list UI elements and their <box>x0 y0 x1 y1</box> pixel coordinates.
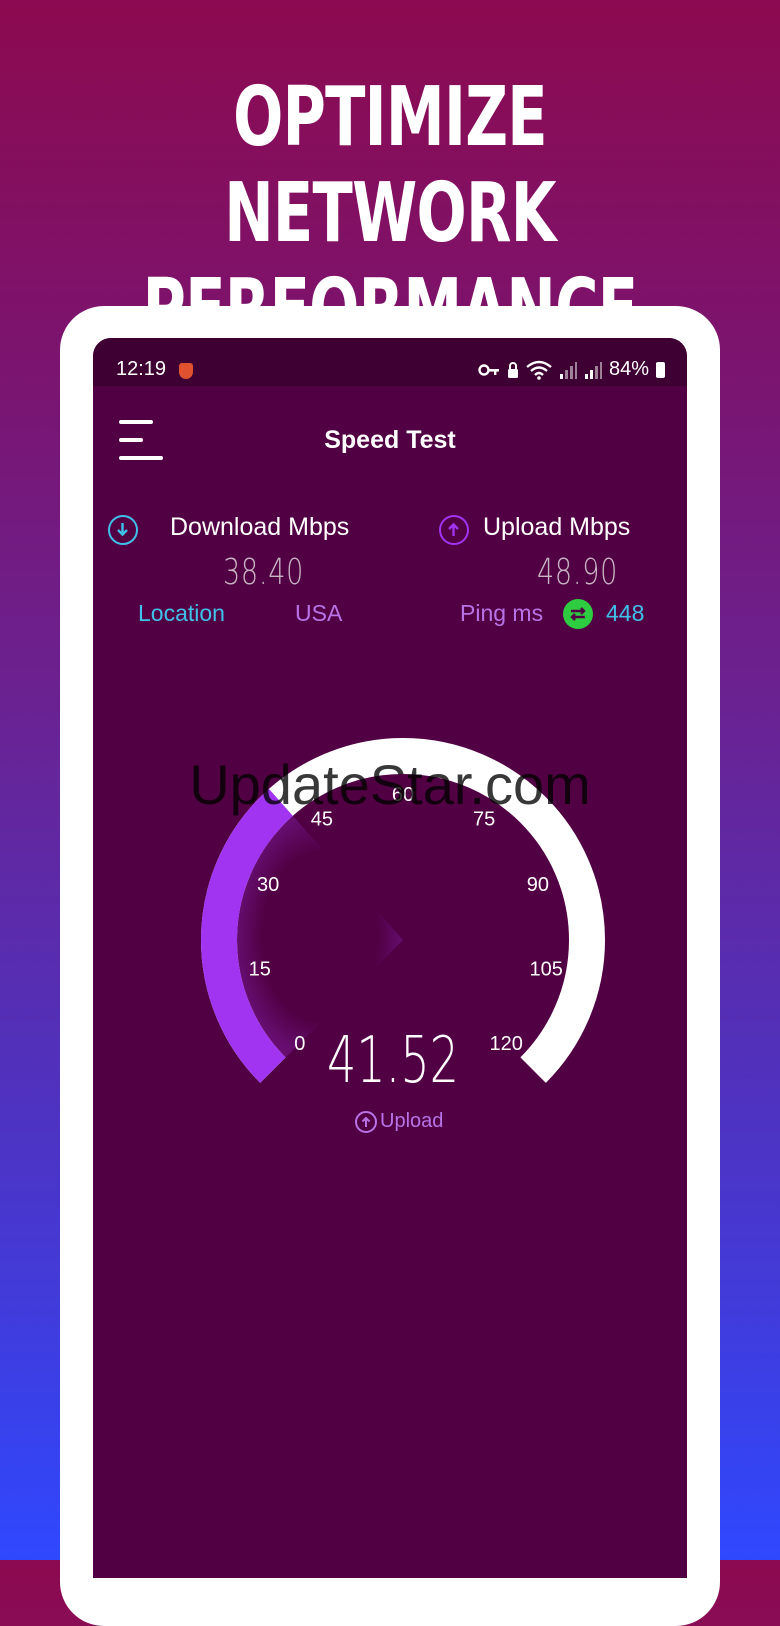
gauge-tick-label: 75 <box>473 809 495 831</box>
headline-line-1: OPTIMIZE NETWORK <box>224 70 556 261</box>
gauge-tick-label: 120 <box>490 1033 523 1055</box>
gauge-tick-label: 60 <box>392 784 414 806</box>
gauge-tick-label: 30 <box>257 874 279 896</box>
phone-screen: 12:19 84% Speed Test Download Mbps 38.40… <box>93 338 687 1578</box>
gauge-tick-label: 105 <box>530 958 563 980</box>
gauge-value: 41.52 <box>327 1024 459 1098</box>
gauge-tick-label: 90 <box>527 874 549 896</box>
gauge-mode-label: Upload <box>380 1110 444 1132</box>
gauge-tick-label: 0 <box>294 1033 305 1055</box>
gauge-mode: Upload <box>355 1110 443 1133</box>
gauge-tick-label: 45 <box>311 809 333 831</box>
upload-mode-icon <box>355 1110 377 1133</box>
gauge-tick-label: 15 <box>249 958 271 980</box>
